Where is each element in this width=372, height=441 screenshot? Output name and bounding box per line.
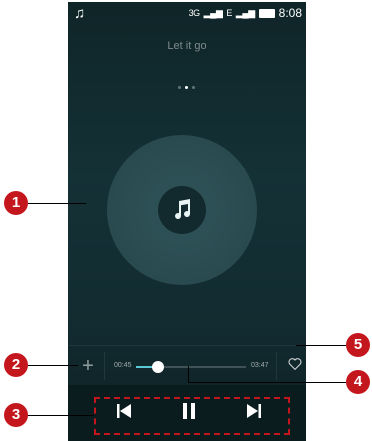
network-3g-label: 3G <box>188 8 201 18</box>
status-bar: ♫ 3G ▂▄▆ E ▂▄▆ 8:08 <box>68 2 306 24</box>
signal-icon: ▂▄▆ <box>235 7 255 18</box>
page-dot[interactable] <box>192 86 195 89</box>
divider <box>276 352 277 380</box>
disc-center <box>158 186 206 234</box>
callout-1: 1 <box>4 191 28 215</box>
controls-highlight-box <box>94 397 290 435</box>
add-to-playlist-button[interactable]: + <box>78 356 98 376</box>
phone-screen: ♫ 3G ▂▄▆ E ▂▄▆ 8:08 Let it go + 00:45 03… <box>68 2 306 441</box>
clock: 8:08 <box>278 6 302 20</box>
callout-1-leader <box>28 203 86 204</box>
callout-5-leader <box>296 345 346 346</box>
battery-icon <box>258 8 275 18</box>
network-e-label: E <box>226 8 232 18</box>
divider <box>104 352 105 380</box>
music-note-icon <box>175 199 191 220</box>
callout-2-leader <box>28 365 78 366</box>
callout-5: 5 <box>346 333 370 357</box>
heart-outline-icon[interactable] <box>287 356 303 372</box>
callout-2: 2 <box>4 353 28 377</box>
callout-3: 3 <box>4 403 28 427</box>
total-time: 03:47 <box>251 362 269 369</box>
progress-slider[interactable] <box>136 361 246 373</box>
status-indicators: 3G ▂▄▆ E ▂▄▆ 8:08 <box>189 6 302 20</box>
song-title: Let it go <box>167 40 207 52</box>
plus-icon: + <box>82 355 94 377</box>
progress-thumb[interactable] <box>152 361 164 373</box>
signal-icon: ▂▄▆ <box>203 7 223 18</box>
callout-3-leader <box>28 415 94 416</box>
page-dot[interactable] <box>178 86 181 89</box>
page-dot-active[interactable] <box>185 86 188 89</box>
playback-bar: + 00:45 03:47 <box>68 345 306 387</box>
music-note-icon: ♫ <box>74 5 86 22</box>
elapsed-time: 00:45 <box>114 362 132 369</box>
page-indicator[interactable] <box>178 86 195 89</box>
callout-4: 4 <box>346 370 370 394</box>
callout-4-leader-v <box>188 366 189 382</box>
album-disc[interactable] <box>107 135 257 285</box>
callout-4-leader <box>188 382 346 383</box>
